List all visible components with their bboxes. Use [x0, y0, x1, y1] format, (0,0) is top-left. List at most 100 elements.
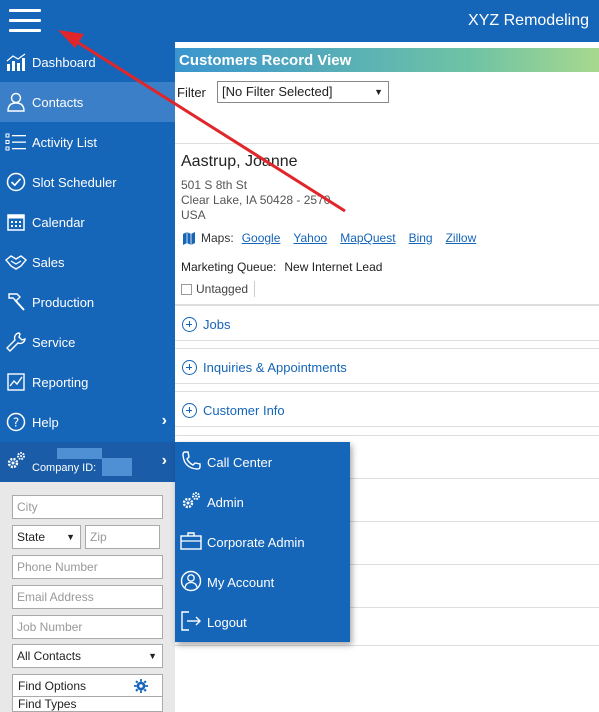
logout-icon: [181, 611, 201, 631]
app-title: XYZ Remodeling: [468, 12, 589, 29]
submenu-item-label: Call Center: [207, 455, 273, 470]
find-types-label[interactable]: Find Types: [12, 697, 163, 712]
gears-icon: [7, 452, 25, 469]
top-bar: XYZ Remodeling: [0, 0, 599, 42]
phone-field[interactable]: Phone Number: [12, 555, 163, 579]
filter-select-value: [No Filter Selected]: [222, 84, 333, 99]
submenu-item-corporate-admin[interactable]: Corporate Admin: [175, 522, 350, 562]
maps-row: Maps: Google Yahoo MapQuest Bing Zillow: [183, 231, 489, 245]
marketing-queue-label: Marketing Queue:: [181, 260, 277, 274]
city-field[interactable]: City: [12, 495, 163, 519]
map-link-mapquest[interactable]: MapQuest: [340, 231, 395, 245]
marketing-queue-row: Marketing Queue: New Internet Lead: [181, 260, 382, 274]
gear-icon: [134, 679, 148, 693]
map-icon: [183, 231, 195, 245]
filter-select[interactable]: [No Filter Selected] ▼: [217, 81, 389, 103]
address-line2: Clear Lake, IA 50428 - 2570: [181, 193, 331, 207]
activity-list-icon: [5, 133, 26, 151]
help-circle-icon: ?: [6, 412, 26, 432]
sidebar-item-reporting[interactable]: Reporting: [0, 362, 175, 402]
wrench-icon: [6, 332, 26, 352]
company-id-label: Company ID:: [32, 462, 97, 474]
hammer-icon: [8, 293, 25, 311]
hamburger-icon[interactable]: [9, 9, 41, 33]
section-label: Inquiries & Appointments: [203, 360, 347, 375]
submenu-item-label: Logout: [207, 615, 247, 630]
svg-text:?: ?: [13, 416, 19, 430]
divider: [254, 281, 256, 297]
email-field[interactable]: Email Address: [12, 585, 163, 609]
gears-icon: [182, 492, 200, 509]
sidebar-item-slot-scheduler[interactable]: Slot Scheduler: [0, 162, 175, 202]
find-options-label: Find Options: [18, 679, 87, 693]
section-jobs[interactable]: Jobs: [175, 305, 599, 341]
submenu-item-my-account[interactable]: My Account: [175, 562, 350, 602]
sidebar-item-label: Slot Scheduler: [32, 175, 117, 190]
find-options-button[interactable]: Find Options: [12, 674, 163, 697]
marketing-queue-value: New Internet Lead: [284, 260, 383, 274]
submenu-item-label: Admin: [207, 495, 244, 510]
handshake-icon: [5, 255, 27, 270]
untagged-checkbox[interactable]: [181, 283, 192, 295]
address-country: USA: [181, 208, 206, 222]
sidebar-item-label: Production: [32, 295, 95, 310]
caret-down-icon: ▼: [374, 87, 383, 97]
user-circle-icon: [180, 570, 202, 592]
sidebar-menu: Dashboard Contacts Activity List Slot Sc…: [0, 42, 175, 482]
sidebar-item-activity-list[interactable]: Activity List: [0, 122, 175, 162]
dashboard-chart-icon: [6, 53, 26, 71]
sidebar-item-sales[interactable]: Sales: [0, 242, 175, 282]
sidebar-item-service[interactable]: Service: [0, 322, 175, 362]
section-label: Jobs: [203, 317, 231, 332]
briefcase-icon: [180, 532, 202, 550]
zip-field[interactable]: Zip: [85, 525, 160, 549]
redacted-block: [102, 458, 132, 476]
sidebar-item-calendar[interactable]: Calendar: [0, 202, 175, 242]
submenu-item-label: Corporate Admin: [207, 535, 305, 550]
calendar-icon: [7, 214, 25, 231]
contacts-filter-value: All Contacts: [17, 649, 82, 663]
sidebar-item-label: Dashboard: [32, 55, 96, 70]
map-link-google[interactable]: Google: [242, 231, 281, 245]
sidebar-item-label: Activity List: [32, 135, 98, 150]
caret-down-icon: ▼: [66, 532, 75, 542]
map-link-zillow[interactable]: Zillow: [446, 231, 477, 245]
sidebar-item-production[interactable]: Production: [0, 282, 175, 322]
state-select[interactable]: State ▼: [12, 525, 81, 549]
sidebar-item-label: Reporting: [32, 375, 89, 390]
check-circle-icon: [6, 172, 26, 192]
sidebar-item-label: Service: [32, 335, 76, 350]
sidebar-item-label: Sales: [32, 255, 65, 270]
page-title: Customers Record View: [179, 52, 352, 69]
submenu-item-label: My Account: [207, 575, 275, 590]
submenu-item-admin[interactable]: Admin: [175, 482, 350, 522]
divider: [175, 435, 599, 436]
plus-circle-icon: [182, 317, 197, 332]
search-panel: City State ▼ Zip Phone Number Email Addr…: [0, 482, 175, 712]
state-select-value: State: [17, 530, 46, 544]
sidebar-item-label: Calendar: [32, 215, 85, 230]
job-number-field[interactable]: Job Number: [12, 615, 163, 639]
submenu-item-logout[interactable]: Logout: [175, 602, 350, 642]
page-title-bar: Customers Record View: [175, 48, 599, 72]
map-link-bing[interactable]: Bing: [409, 231, 433, 245]
contacts-filter-select[interactable]: All Contacts ▼: [12, 644, 163, 668]
reporting-chart-icon: [7, 373, 25, 391]
customer-name: Aastrup, Joanne: [181, 153, 298, 170]
section-customer-info[interactable]: Customer Info: [175, 391, 599, 427]
tag-row: Untagged: [181, 281, 256, 297]
plus-circle-icon: [182, 403, 197, 418]
sidebar-item-dashboard[interactable]: Dashboard: [0, 42, 175, 82]
chevron-right-icon: ›: [161, 452, 167, 469]
divider: [175, 645, 599, 646]
untagged-label: Untagged: [196, 282, 249, 296]
submenu-item-call-center[interactable]: Call Center: [175, 442, 350, 482]
contacts-person-icon: [7, 92, 25, 112]
caret-down-icon: ▼: [148, 651, 157, 661]
sidebar-item-help[interactable]: ? Help ›: [0, 402, 175, 442]
section-inquiries[interactable]: Inquiries & Appointments: [175, 348, 599, 384]
sidebar-item-contacts[interactable]: Contacts: [0, 82, 175, 122]
customer-record-card: Aastrup, Joanne 501 S 8th St Clear Lake,…: [175, 143, 599, 305]
sidebar-item-company[interactable]: Company ID: ›: [0, 442, 175, 482]
map-link-yahoo[interactable]: Yahoo: [293, 231, 327, 245]
